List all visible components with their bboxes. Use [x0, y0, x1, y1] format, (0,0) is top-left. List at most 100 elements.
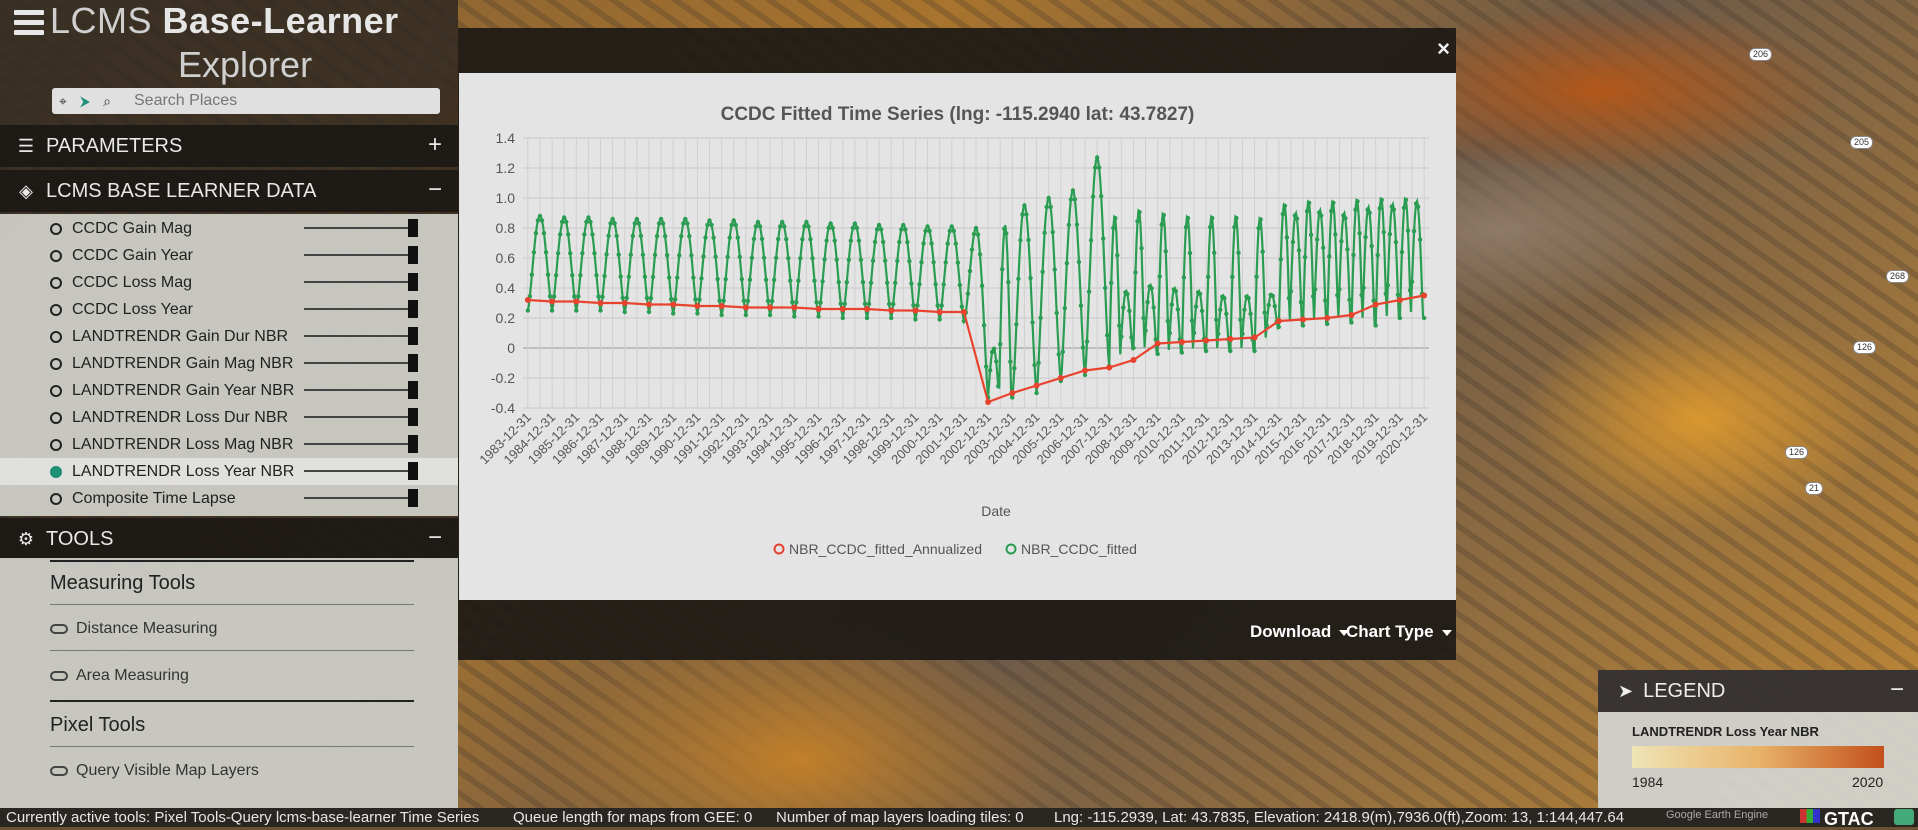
chart-type-button[interactable]: Chart Type	[1346, 622, 1452, 642]
slider-thumb[interactable]	[408, 327, 418, 345]
search-icon[interactable]: ⌕	[96, 93, 118, 110]
data-point	[580, 251, 585, 256]
radio-icon[interactable]	[50, 276, 62, 289]
data-point	[767, 312, 773, 318]
share-icon[interactable]: ⮞	[74, 93, 96, 110]
radio-icon[interactable]	[50, 330, 62, 343]
radio-icon[interactable]	[50, 303, 62, 316]
distance-measuring-tool[interactable]: Distance Measuring	[50, 620, 217, 638]
slider-thumb[interactable]	[408, 246, 418, 264]
data-point	[1240, 331, 1245, 337]
radio-icon[interactable]	[50, 465, 62, 478]
menu-icon[interactable]	[14, 10, 44, 40]
usda-logo-icon	[1894, 809, 1914, 825]
radio-icon[interactable]	[50, 249, 62, 262]
radio-icon[interactable]	[50, 222, 62, 235]
tools-header[interactable]: ⚙ TOOLS −	[0, 518, 458, 560]
data-point	[1298, 300, 1304, 305]
opacity-slider[interactable]	[304, 219, 418, 237]
slider-thumb[interactable]	[408, 300, 418, 318]
layer-item[interactable]: LANDTRENDR Loss Dur NBR	[0, 404, 458, 431]
layer-item[interactable]: CCDC Gain Mag	[0, 215, 458, 242]
collapse-icon[interactable]: −	[428, 176, 442, 204]
road-label: 126	[1853, 341, 1877, 354]
radio-icon[interactable]	[50, 492, 62, 505]
close-icon[interactable]: ×	[1437, 36, 1450, 62]
radio-icon[interactable]	[50, 384, 62, 397]
data-point	[621, 300, 628, 306]
opacity-slider[interactable]	[304, 462, 418, 480]
data-point	[965, 291, 971, 296]
data-point	[697, 297, 702, 302]
data-point	[1222, 296, 1227, 301]
search-input[interactable]	[132, 91, 406, 111]
data-point	[1355, 199, 1360, 204]
data-point	[1205, 274, 1211, 280]
data-header[interactable]: ◈ LCMS BASE LEARNER DATA −	[0, 170, 458, 212]
radio-icon[interactable]	[50, 357, 62, 370]
layer-item[interactable]: Composite Time Lapse	[0, 485, 458, 512]
data-point	[1347, 297, 1352, 303]
data-point	[590, 232, 595, 237]
parameters-header[interactable]: ☰ PARAMETERS +	[0, 125, 458, 167]
data-point	[957, 282, 963, 288]
slider-thumb[interactable]	[408, 435, 418, 453]
radio-icon[interactable]	[50, 438, 62, 451]
layer-item[interactable]: LANDTRENDR Gain Mag NBR	[0, 350, 458, 377]
slider-thumb[interactable]	[408, 219, 418, 237]
collapse-icon[interactable]: −	[428, 524, 442, 552]
data-point	[1343, 216, 1348, 221]
area-measuring-tool[interactable]: Area Measuring	[50, 667, 189, 685]
slider-thumb[interactable]	[408, 354, 418, 372]
data-point	[531, 250, 537, 255]
slider-thumb[interactable]	[408, 462, 418, 480]
data-point	[529, 272, 535, 277]
data-point	[1042, 230, 1047, 236]
opacity-slider[interactable]	[304, 435, 418, 453]
data-point	[1236, 250, 1241, 256]
opacity-slider[interactable]	[304, 300, 418, 318]
data-point	[561, 215, 567, 220]
layer-item[interactable]: LANDTRENDR Gain Dur NBR	[0, 323, 458, 350]
slider-thumb[interactable]	[408, 381, 418, 399]
opacity-slider[interactable]	[304, 246, 418, 264]
data-point	[650, 274, 656, 280]
data-point	[960, 309, 967, 315]
opacity-slider[interactable]	[304, 489, 418, 507]
data-point	[703, 235, 708, 240]
data-point	[673, 297, 678, 302]
slider-thumb[interactable]	[408, 408, 418, 426]
data-point	[969, 247, 975, 252]
data-point	[1064, 260, 1070, 266]
opacity-slider[interactable]	[304, 354, 418, 372]
data-point	[1385, 283, 1391, 288]
opacity-slider[interactable]	[304, 327, 418, 345]
layer-item[interactable]: LANDTRENDR Loss Year NBR	[0, 458, 458, 485]
layer-item[interactable]: CCDC Loss Mag	[0, 269, 458, 296]
data-point	[935, 303, 940, 308]
expand-icon[interactable]: +	[428, 131, 442, 159]
opacity-slider[interactable]	[304, 273, 418, 291]
opacity-slider[interactable]	[304, 408, 418, 426]
data-point	[741, 298, 747, 303]
data-point	[644, 295, 650, 301]
data-point	[848, 238, 854, 243]
slider-thumb[interactable]	[408, 489, 418, 507]
layer-item[interactable]: LANDTRENDR Loss Mag NBR	[0, 431, 458, 458]
layer-item[interactable]: LANDTRENDR Gain Year NBR	[0, 377, 458, 404]
download-button[interactable]: Download	[1250, 622, 1350, 642]
legend-color-ramp	[1632, 746, 1884, 768]
data-point	[860, 279, 866, 285]
data-point	[723, 276, 728, 282]
data-point	[568, 251, 573, 256]
location-pin-icon[interactable]: ⌖	[52, 93, 74, 110]
layer-item[interactable]: CCDC Gain Year	[0, 242, 458, 269]
data-point	[1002, 226, 1007, 231]
layer-item[interactable]: CCDC Loss Year	[0, 296, 458, 323]
collapse-icon[interactable]: −	[1890, 676, 1904, 704]
query-layers-tool[interactable]: Query Visible Map Layers	[50, 762, 259, 780]
radio-icon[interactable]	[50, 411, 62, 424]
legend-header[interactable]: ➤ LEGEND −	[1598, 670, 1918, 712]
opacity-slider[interactable]	[304, 381, 418, 399]
slider-thumb[interactable]	[408, 273, 418, 291]
